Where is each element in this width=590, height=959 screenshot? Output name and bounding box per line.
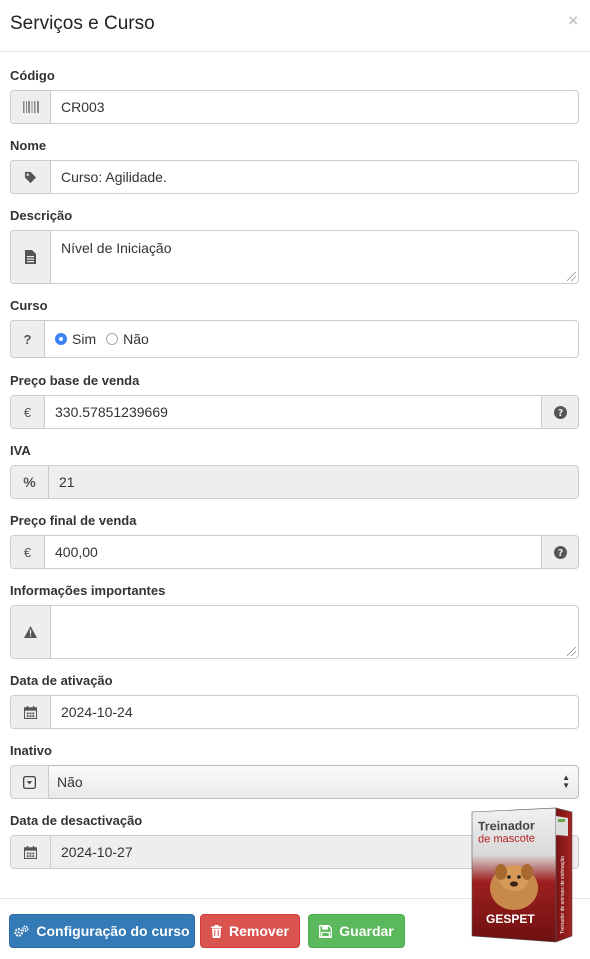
iva-label: IVA (10, 443, 31, 458)
descricao-label: Descrição (10, 208, 73, 223)
question-icon: ? (11, 321, 45, 357)
warning-icon (11, 606, 51, 658)
guardar-label: Guardar (339, 923, 394, 939)
descricao-input-group: Nível de Iniciação (10, 230, 579, 284)
question-circle-icon[interactable]: ? (541, 536, 578, 568)
informacoes-field: Informações importantes (10, 582, 579, 659)
gears-icon (14, 924, 29, 937)
inativo-selected-value: Não (57, 774, 83, 790)
tag-icon (11, 161, 51, 193)
curso-radio-nao[interactable]: Não (106, 331, 149, 347)
data-ativacao-input-group: 2024-10-24 (10, 695, 579, 729)
data-ativacao-input[interactable]: 2024-10-24 (51, 696, 578, 728)
percent-icon: % (11, 466, 49, 498)
descricao-field: Descrição Nível de Iniciação (10, 207, 579, 284)
guardar-button[interactable]: Guardar (308, 914, 405, 948)
preco-base-input-group: € 330.57851239669 ? (10, 395, 579, 429)
curso-label: Curso (10, 298, 48, 313)
descricao-text: Nível de Iniciação (61, 240, 172, 256)
codigo-label: Código (10, 68, 55, 83)
nome-field: Nome Curso: Agilidade. (10, 137, 579, 194)
svg-text:?: ? (557, 547, 562, 558)
radio-unchecked-icon[interactable] (106, 333, 119, 345)
radio-sim-label: Sim (72, 331, 97, 347)
preco-final-label: Preço final de venda (10, 513, 137, 528)
nome-input-group: Curso: Agilidade. (10, 160, 579, 194)
preco-final-input-group: € 400,00 ? (10, 535, 579, 569)
inativo-input-group: Não ▲ ▼ (10, 765, 579, 799)
product-box-side-text: Treinador de animais de estimação (560, 856, 566, 934)
product-box-title: Treinador de mascote (477, 818, 536, 847)
select-arrows-icon: ▲ ▼ (562, 773, 570, 790)
iva-input-group: % 21 (10, 465, 579, 499)
file-icon (11, 231, 51, 283)
curso-options: Sim Não (45, 321, 578, 357)
iva-field: IVA % 21 (10, 442, 579, 499)
codigo-input[interactable]: CR003 (51, 91, 578, 123)
question-circle-icon[interactable]: ? (541, 396, 578, 428)
remover-button[interactable]: Remover (200, 914, 300, 948)
preco-base-label: Preço base de venda (10, 373, 140, 388)
euro-icon: € (11, 396, 45, 428)
trash-icon (211, 924, 223, 938)
inativo-label: Inativo (10, 743, 52, 758)
modal-title: Serviços e Curso (10, 13, 155, 34)
informacoes-label: Informações importantes (10, 583, 166, 598)
calendar-icon[interactable] (11, 696, 51, 728)
radio-checked-icon[interactable] (55, 333, 67, 345)
informacoes-textarea[interactable] (51, 606, 578, 658)
calendar-icon[interactable] (11, 836, 51, 868)
configuracao-curso-button[interactable]: Configuração do curso (9, 914, 195, 948)
barcode-icon (11, 91, 51, 123)
euro-icon: € (11, 536, 45, 568)
close-icon[interactable]: × (568, 12, 578, 29)
preco-final-input[interactable]: 400,00 (45, 536, 541, 568)
codigo-input-group: CR003 (10, 90, 579, 124)
data-ativacao-field: Data de ativação 2024-10-24 (10, 672, 579, 729)
informacoes-input-group (10, 605, 579, 659)
data-ativacao-label: Data de ativação (10, 673, 113, 688)
product-box-brand: GESPET (486, 912, 535, 926)
codigo-field: Código CR003 (10, 67, 579, 124)
nome-label: Nome (10, 138, 47, 153)
configuracao-curso-label: Configuração do curso (36, 923, 190, 939)
inativo-select[interactable]: Não ▲ ▼ (49, 765, 579, 799)
curso-radio-group: ? Sim Não (10, 320, 579, 358)
svg-text:?: ? (557, 407, 562, 418)
remover-label: Remover (229, 923, 289, 939)
preco-final-field: Preço final de venda € 400,00 ? (10, 512, 579, 569)
radio-nao-label: Não (123, 331, 149, 347)
resize-handle-icon[interactable] (567, 272, 576, 281)
nome-input[interactable]: Curso: Agilidade. (51, 161, 578, 193)
product-box-title-line2: de mascote (478, 832, 536, 846)
resize-handle-icon[interactable] (567, 647, 576, 656)
iva-input: 21 (49, 466, 578, 498)
save-icon (319, 924, 333, 938)
inativo-field: Inativo Não ▲ ▼ (10, 742, 579, 799)
preco-base-input[interactable]: 330.57851239669 (45, 396, 541, 428)
dropdown-icon (10, 765, 49, 799)
preco-base-field: Preço base de venda € 330.57851239669 ? (10, 372, 579, 429)
product-box-image: Treinador de mascote GESPET Treinador de… (470, 806, 574, 944)
descricao-textarea[interactable]: Nível de Iniciação (51, 231, 578, 283)
curso-radio-sim[interactable]: Sim (55, 331, 96, 347)
product-box-title-line1: Treinador (477, 818, 535, 834)
curso-field: Curso ? Sim Não (10, 297, 579, 358)
modal-header: Serviços e Curso × (0, 0, 590, 52)
